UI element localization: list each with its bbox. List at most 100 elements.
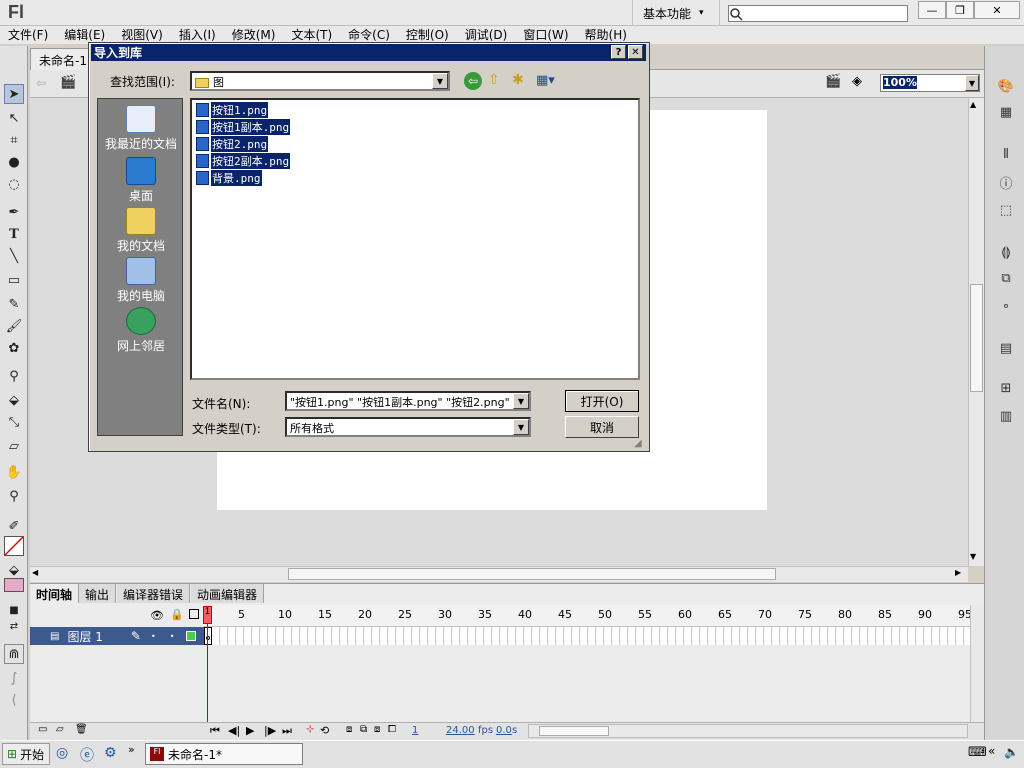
zoom-tool-icon[interactable]: ⚲ — [4, 486, 24, 506]
scroll-left-icon[interactable]: ◀ — [32, 568, 38, 577]
eyedropper-tool-icon[interactable]: ⤡ — [4, 412, 24, 432]
open-button[interactable]: 打开(O) — [565, 390, 639, 412]
view-menu-icon[interactable]: ▦▾ — [536, 73, 555, 88]
minimize-button[interactable]: — — [918, 1, 946, 19]
properties-panel-icon[interactable]: ⊞ — [996, 378, 1016, 398]
place-documents[interactable]: 我的文档 — [98, 207, 184, 254]
playhead-handle[interactable]: 1 — [203, 606, 212, 624]
step-back-icon[interactable]: ◀| — [228, 724, 240, 737]
snap-to-objects-icon[interactable]: ⋒ — [4, 644, 24, 664]
timeline-vscroll[interactable] — [970, 605, 984, 722]
start-button[interactable]: ⊞ 开始 — [2, 743, 50, 765]
free-transform-tool-icon[interactable]: ⌗ — [4, 130, 24, 150]
place-computer[interactable]: 我的电脑 — [98, 257, 184, 304]
deco-tool-icon[interactable]: ✿ — [4, 338, 24, 358]
color-panel-icon[interactable]: 🎨 — [996, 76, 1016, 96]
play-icon[interactable]: ▶ — [246, 724, 254, 737]
resize-grip-icon[interactable]: ◢ — [634, 438, 642, 449]
components-panel-icon[interactable]: ⧉ — [996, 268, 1016, 288]
timeline-hscroll[interactable] — [528, 724, 968, 738]
text-tool-icon[interactable]: T — [4, 224, 24, 244]
quicklaunch-icon[interactable]: ⚙ — [104, 745, 117, 761]
actions-panel-icon[interactable]: ⟬⟭ — [996, 242, 1016, 262]
outline-icon[interactable] — [189, 609, 199, 619]
ie-icon[interactable]: ⓔ — [80, 745, 94, 765]
help-button[interactable]: ? — [611, 45, 626, 59]
tab-timeline[interactable]: 时间轴 — [30, 584, 80, 603]
media-player-icon[interactable]: ◎ — [56, 745, 68, 761]
swatches-panel-icon[interactable]: ▦ — [996, 102, 1016, 122]
3d-rotation-tool-icon[interactable]: ● — [4, 152, 24, 172]
scroll-up-icon[interactable]: ▲ — [970, 100, 976, 109]
document-tab[interactable]: 未命名-1 — [30, 48, 92, 70]
back-icon[interactable]: ⇦ — [464, 72, 482, 90]
lasso-tool-icon[interactable]: ◌ — [4, 174, 24, 194]
tab-motion-editor[interactable]: 动画编辑器 — [191, 584, 265, 603]
menu-file[interactable]: 文件(F) — [0, 26, 56, 44]
subselection-tool-icon[interactable]: ↖ — [4, 108, 24, 128]
place-recent[interactable]: 我最近的文档 — [98, 105, 184, 152]
brush-tool-icon[interactable]: 🖌 — [4, 316, 24, 336]
frame-rate[interactable]: 24.00 — [446, 725, 475, 736]
visible-dot[interactable]: • — [151, 632, 156, 641]
pen-tool-icon[interactable]: ✒ — [4, 202, 24, 222]
cancel-button[interactable]: 取消 — [565, 416, 639, 438]
place-network[interactable]: 网上邻居 — [98, 307, 184, 354]
straighten-icon[interactable]: ⟨ — [4, 690, 24, 710]
vertical-scrollbar[interactable]: ▲ ▼ — [968, 98, 984, 566]
timeline-hscroll-thumb[interactable] — [539, 726, 609, 736]
onion-skin-icon[interactable]: ⧈ — [346, 724, 352, 735]
movie-explorer-icon[interactable]: ▥ — [996, 406, 1016, 426]
file-item[interactable]: 按钮2副本.png — [196, 153, 291, 169]
help-search-input[interactable] — [728, 5, 908, 22]
edit-scene-icon[interactable]: 🎬 — [825, 74, 841, 89]
horizontal-scrollbar[interactable]: ◀ ▶ — [30, 566, 968, 582]
eraser-tool-icon[interactable]: ▱ — [4, 436, 24, 456]
elapsed-time[interactable]: 0.0 — [496, 725, 512, 736]
pencil-tool-icon[interactable]: ✎ — [4, 294, 24, 314]
onion-skin-outlines-icon[interactable]: ⧉ — [360, 724, 367, 735]
frame-grid[interactable] — [204, 627, 970, 645]
edit-symbols-icon[interactable]: ◈ — [852, 74, 862, 89]
filetype-select[interactable]: 所有格式 ▼ — [285, 417, 531, 437]
new-folder-icon[interactable]: ✱ — [512, 72, 524, 88]
restore-button[interactable]: ❐ — [946, 1, 974, 19]
vertical-scroll-thumb[interactable] — [970, 284, 983, 392]
place-desktop[interactable]: 桌面 — [98, 157, 184, 204]
lock-icon[interactable]: 🔒 — [170, 608, 184, 621]
horizontal-scroll-thumb[interactable] — [288, 568, 776, 580]
hand-tool-icon[interactable]: ✋ — [4, 462, 24, 482]
rectangle-tool-icon[interactable]: ▭ — [4, 270, 24, 290]
info-panel-icon[interactable]: ⓘ — [996, 172, 1016, 192]
new-layer-icon[interactable]: ▭ — [38, 724, 47, 735]
fill-color-icon[interactable]: ⬙ — [4, 560, 24, 580]
dialog-close-button[interactable]: ✕ — [628, 45, 643, 59]
lookin-select[interactable]: 图 ▼ — [190, 71, 450, 91]
edit-multiple-frames-icon[interactable]: ⧈ — [374, 724, 380, 735]
line-tool-icon[interactable]: ╲ — [4, 246, 24, 266]
file-item[interactable]: 背景.png — [196, 170, 262, 186]
chevron-right-icon[interactable]: » — [128, 743, 135, 756]
filename-input[interactable]: "按钮1.png" "按钮1副本.png" "按钮2.png" ▼ — [285, 391, 531, 411]
volume-icon[interactable]: 🔈 — [1004, 745, 1019, 759]
paint-bucket-tool-icon[interactable]: ⬙ — [4, 390, 24, 410]
smooth-icon[interactable]: ∫ — [4, 668, 24, 688]
align-panel-icon[interactable]: ⫴ — [996, 144, 1016, 164]
library-panel-icon[interactable]: ▤ — [996, 338, 1016, 358]
file-item[interactable]: 按钮1.png — [196, 102, 269, 118]
dialog-title-bar[interactable]: 导入到库 — [91, 44, 646, 61]
motion-presets-panel-icon[interactable]: ∘ — [996, 296, 1016, 316]
keyframe[interactable] — [204, 627, 212, 645]
center-frame-icon[interactable]: ⊹ — [306, 724, 314, 735]
tab-compiler-errors[interactable]: 编译器错误 — [117, 584, 191, 603]
lock-dot[interactable]: • — [170, 632, 175, 641]
show-hide-icon[interactable]: 👁 — [150, 609, 164, 622]
current-frame[interactable]: 1 — [412, 725, 418, 736]
bone-tool-icon[interactable]: ⚲ — [4, 366, 24, 386]
go-to-first-icon[interactable]: ⏮ — [210, 724, 220, 738]
stroke-color-icon[interactable]: ✐ — [4, 516, 24, 536]
keyboard-icon[interactable]: ⌨ — [968, 745, 987, 760]
transform-panel-icon[interactable]: ⬚ — [996, 200, 1016, 220]
step-forward-icon[interactable]: |▶ — [264, 724, 276, 737]
taskbar-item-flash[interactable]: Fl 未命名-1* — [145, 743, 303, 765]
